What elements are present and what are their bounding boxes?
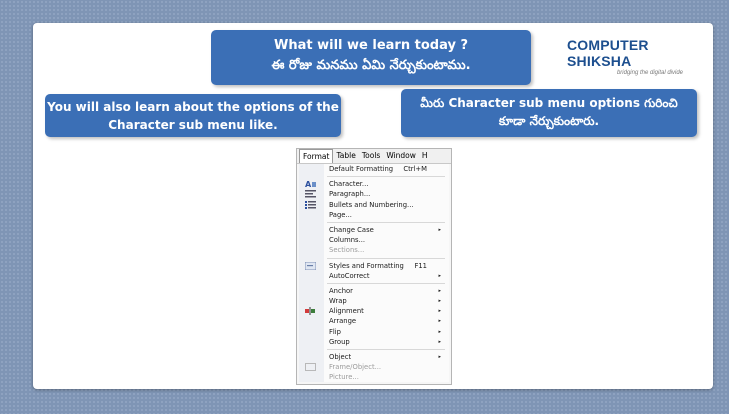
menu-item-autocorrect[interactable]: AutoCorrect ▸ bbox=[299, 271, 449, 281]
menubar-item-h[interactable]: H bbox=[419, 149, 431, 163]
menu-item-label: Default Formatting bbox=[329, 165, 394, 173]
alignment-icon bbox=[305, 307, 316, 316]
menu-item-label: Arrange bbox=[329, 317, 357, 326]
menu-item-bullets-and-numbering[interactable]: Bullets and Numbering... bbox=[299, 200, 449, 210]
submenu-arrow-icon: ▸ bbox=[438, 226, 441, 233]
format-menu-screenshot: Format Table Tools Window H Default Formatti… bbox=[296, 148, 452, 385]
menu-item-flip[interactable]: Flip ▸ bbox=[299, 327, 449, 337]
styles-icon bbox=[304, 261, 317, 270]
paragraph-icon bbox=[305, 190, 316, 198]
menubar-item-tools[interactable]: Tools bbox=[359, 149, 383, 163]
computer-shiksha-logo: COMPUTER SHIKSHA bridging the digital di… bbox=[567, 37, 697, 76]
menu-separator bbox=[327, 257, 445, 259]
menubar-item-format[interactable]: Format bbox=[299, 149, 334, 163]
menu-item-label: Sections... bbox=[329, 246, 365, 255]
menu-item-label: Object bbox=[329, 353, 352, 361]
menu-item-paragraph[interactable]: Paragraph... bbox=[299, 189, 449, 199]
logo-text: COMPUTER SHIKSHA bbox=[567, 37, 649, 69]
title-box: What will we learn today ? ఈ రోజు మనము ఏ… bbox=[211, 30, 531, 85]
menu-item-anchor[interactable]: Anchor ▸ bbox=[299, 286, 449, 296]
menu-separator bbox=[327, 221, 445, 223]
menu-item-character[interactable]: A Character... bbox=[299, 179, 449, 189]
menu-item-wrap[interactable]: Wrap ▸ bbox=[299, 296, 449, 306]
submenu-arrow-icon: ▸ bbox=[438, 338, 441, 345]
submenu-arrow-icon: ▸ bbox=[438, 318, 441, 325]
menu-item-label: Page... bbox=[329, 210, 352, 219]
bullets-icon bbox=[305, 200, 316, 209]
shortcut-label: Ctrl+M bbox=[403, 165, 427, 173]
menu-item-columns[interactable]: Columns... bbox=[299, 235, 449, 245]
character-icon: A bbox=[305, 180, 316, 189]
menu-separator bbox=[327, 349, 445, 350]
submenu-arrow-icon: ▸ bbox=[438, 308, 441, 315]
menu-item-default-formatting[interactable]: Default Formatting Ctrl+M bbox=[299, 164, 449, 174]
frame-icon bbox=[305, 363, 316, 372]
menu-item-label: Character... bbox=[329, 180, 369, 189]
menu-item-sections: Sections... bbox=[299, 245, 449, 255]
menu-bar: Format Table Tools Window H bbox=[297, 149, 451, 164]
menu-item-group[interactable]: Group ▸ bbox=[299, 337, 449, 347]
menu-item-frame-object: Frame/Object... bbox=[299, 362, 449, 372]
svg-text:A: A bbox=[305, 180, 312, 188]
menu-item-arrange[interactable]: Arrange ▸ bbox=[299, 316, 449, 326]
menu-item-label: Frame/Object... bbox=[329, 363, 382, 372]
english-line-1: You will also learn about the options of… bbox=[47, 100, 339, 114]
submenu-arrow-icon: ▸ bbox=[438, 287, 441, 294]
submenu-arrow-icon: ▸ bbox=[438, 328, 441, 335]
menu-separator bbox=[327, 282, 445, 284]
menu-item-change-case[interactable]: Change Case ▸ bbox=[299, 225, 449, 235]
menu-item-alignment[interactable]: Alignment ▸ bbox=[299, 306, 449, 316]
menu-item-label: Alignment bbox=[329, 307, 364, 316]
menu-item-label: Columns... bbox=[329, 236, 366, 245]
menu-item-object[interactable]: Object ▸ bbox=[299, 352, 449, 362]
telugu-line-1: మీరు Character sub menu options గురించి bbox=[420, 96, 678, 110]
logo-tagline: bridging the digital divide bbox=[616, 70, 683, 76]
shortcut-label: F11 bbox=[414, 261, 427, 270]
telugu-line-2: కూడా నేర్చుకుంటారు. bbox=[498, 114, 600, 128]
menu-item-label: AutoCorrect bbox=[329, 271, 370, 280]
menu-item-label: Group bbox=[329, 337, 350, 346]
menu-item-label: Flip bbox=[329, 327, 342, 336]
menu-item-page[interactable]: Page... bbox=[299, 210, 449, 220]
menu-item-label: Picture... bbox=[329, 373, 359, 382]
telugu-description-box: మీరు Character sub menu options గురించి … bbox=[401, 89, 697, 137]
title-english: What will we learn today ? bbox=[274, 38, 468, 53]
menu-item-label: Change Case bbox=[329, 225, 374, 234]
format-dropdown: Default Formatting Ctrl+M A Character... Par… bbox=[299, 164, 449, 382]
title-telugu: ఈ రోజు మనము ఏమి నేర్చుకుంటాము. bbox=[271, 58, 471, 73]
menu-item-label: Anchor bbox=[329, 286, 353, 295]
english-description-box: You will also learn about the options of… bbox=[45, 94, 341, 137]
submenu-arrow-icon: ▸ bbox=[438, 298, 441, 305]
submenu-arrow-icon: ▸ bbox=[438, 272, 441, 279]
english-line-2: Character sub menu like. bbox=[108, 118, 278, 132]
menubar-item-table[interactable]: Table bbox=[333, 149, 358, 163]
submenu-arrow-icon: ▸ bbox=[438, 354, 441, 360]
menu-separator bbox=[327, 176, 445, 178]
menu-item-label: Paragraph... bbox=[329, 190, 371, 199]
menu-item-picture: Picture... bbox=[299, 372, 449, 382]
menu-item-styles-and-formatting[interactable]: Styles and Formatting F11 bbox=[299, 261, 449, 271]
menu-item-label: Bullets and Numbering... bbox=[329, 200, 414, 209]
menubar-item-window[interactable]: Window bbox=[383, 149, 419, 163]
slide: What will we learn today ? ఈ రోజు మనము ఏ… bbox=[33, 23, 713, 389]
menu-item-label: Styles and Formatting bbox=[329, 261, 404, 270]
menu-item-label: Wrap bbox=[329, 297, 347, 306]
